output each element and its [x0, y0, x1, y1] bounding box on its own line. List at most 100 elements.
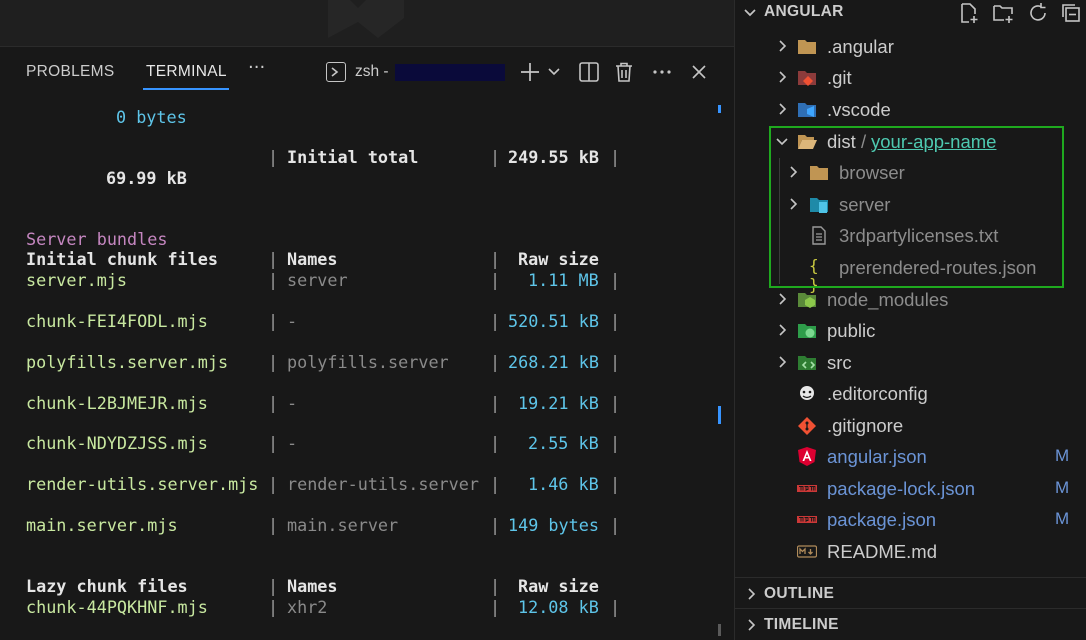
initial-total-label: Initial total — [287, 147, 419, 167]
initial-total-value: 249.55 kB — [508, 147, 599, 167]
tree-item-git[interactable]: .git — [735, 62, 1086, 93]
chunk-size: 19.21 kB — [518, 393, 599, 413]
tree-item-label: .vscode — [827, 99, 891, 120]
bytes-line: 0 bytes — [116, 107, 187, 127]
tree-item-label: server — [839, 194, 891, 215]
trash-icon[interactable] — [612, 60, 636, 84]
tree-item-src[interactable]: src — [735, 347, 1086, 378]
chunk-file: chunk-FEI4FODL.mjs — [26, 311, 208, 331]
tree-item-readme[interactable]: README.md — [735, 536, 1086, 567]
tree-item-browser[interactable]: browser — [735, 157, 1086, 188]
chunk-name: render-utils.server — [287, 474, 479, 494]
angular-icon — [798, 447, 816, 466]
tree-item-dist[interactable]: dist / your-app-name — [735, 126, 1086, 157]
chevron-down-icon[interactable] — [545, 62, 563, 80]
tree-item-label: package-lock.json — [827, 478, 976, 499]
vscode-folder-icon — [798, 103, 816, 117]
scrollbar-thumb[interactable] — [718, 624, 721, 636]
git-folder-icon — [798, 71, 816, 86]
terminal-output[interactable]: 0 bytes | Initial total | 249.55 kB | 69… — [0, 97, 734, 640]
chunk-size: 149 bytes — [508, 515, 599, 535]
more-actions-icon[interactable] — [650, 60, 674, 84]
close-icon[interactable] — [687, 60, 711, 84]
tree-item-package-json[interactable]: package.json M — [735, 504, 1086, 535]
node-folder-icon — [798, 293, 816, 308]
section-timeline[interactable]: TIMELINE — [735, 608, 1086, 640]
tree-item-package-lock[interactable]: package-lock.json M — [735, 473, 1086, 504]
collapse-all-icon[interactable] — [1059, 1, 1083, 25]
chunk-file: polyfills.server.mjs — [26, 352, 229, 372]
split-terminal-icon[interactable] — [577, 60, 601, 84]
chevron-right-icon — [790, 166, 798, 178]
server-bundles-heading: Server bundles — [26, 229, 168, 249]
wrapped-total-value: 69.99 kB — [106, 168, 187, 188]
chunk-size: 1.11 MB — [528, 270, 599, 290]
chevron-right-icon — [779, 293, 787, 305]
folder-icon — [798, 40, 816, 54]
redacted-text — [394, 63, 505, 81]
modified-badge: M — [1055, 509, 1070, 528]
chunk-size: 268.21 kB — [508, 352, 599, 372]
chevron-right-icon — [779, 324, 787, 336]
scrollbar-marker[interactable] — [718, 406, 721, 424]
tree-item-label: README.md — [827, 541, 937, 562]
tree-item-label: angular.json — [827, 446, 927, 467]
modified-badge: M — [1055, 446, 1070, 465]
initial-header-names: Names — [287, 249, 338, 269]
npm-icon — [797, 516, 817, 523]
tree-item-label: .git — [827, 67, 852, 88]
terminal-selector[interactable]: zsh - — [326, 60, 505, 84]
chunk-file: chunk-NDYDZJSS.mjs — [26, 433, 208, 453]
tree-item-label: public — [827, 320, 876, 341]
explorer-header[interactable]: ANGULAR — [735, 0, 1086, 24]
tree-item-server[interactable]: server — [735, 189, 1086, 220]
chunk-size: 2.55 kB — [528, 433, 599, 453]
tree-item-path-child[interactable]: your-app-name — [871, 131, 996, 153]
tree-item-public[interactable]: public — [735, 315, 1086, 346]
new-file-icon[interactable] — [957, 1, 981, 25]
lazy-header-size: Raw size — [518, 576, 599, 596]
tree-item-node-modules[interactable]: node_modules — [735, 284, 1086, 315]
public-folder-icon — [798, 324, 816, 338]
tree-item-angular-json[interactable]: angular.json M — [735, 441, 1086, 472]
tree-item-licenses[interactable]: 3rdpartylicenses.txt — [735, 220, 1086, 251]
tab-terminal[interactable]: TERMINAL — [146, 63, 227, 81]
chunk-file: chunk-L2BJMEJR.mjs — [26, 393, 208, 413]
initial-header-size: Raw size — [518, 249, 599, 269]
chevron-right-icon — [748, 588, 756, 600]
scrollbar-marker[interactable] — [718, 105, 721, 113]
chevron-down-icon[interactable] — [741, 3, 759, 21]
tree-item-prerendered-routes[interactable]: { } prerendered-routes.json — [735, 252, 1086, 294]
more-tabs-icon[interactable]: ··· — [248, 57, 265, 78]
chunk-file: main.server.mjs — [26, 515, 178, 535]
new-terminal-icon[interactable] — [518, 60, 542, 84]
tree-item-label: .angular — [827, 36, 894, 57]
chunk-name: - — [287, 433, 298, 453]
path-separator: / — [861, 131, 867, 152]
tree-item-angular[interactable]: .angular — [735, 31, 1086, 62]
explorer-title: ANGULAR — [764, 3, 844, 20]
open-folder-icon — [798, 135, 817, 149]
tab-problems[interactable]: PROBLEMS — [26, 63, 115, 81]
tree-item-label: .editorconfig — [827, 383, 928, 404]
panel-header: PROBLEMS TERMINAL ··· zsh - — [0, 47, 734, 97]
tree-item-label: prerendered-routes.json — [839, 257, 1037, 278]
chunk-file: render-utils.server.mjs — [26, 474, 259, 494]
tree-item-gitignore[interactable]: .gitignore — [735, 410, 1086, 441]
section-label: TIMELINE — [764, 616, 839, 633]
folder-icon — [810, 166, 828, 180]
chunk-name: - — [287, 311, 298, 331]
chevron-right-icon — [779, 356, 787, 368]
tree-item-label: src — [827, 352, 852, 373]
chunk-name: main.server — [287, 515, 399, 535]
chunk-size: 1.46 kB — [528, 474, 599, 494]
section-outline[interactable]: OUTLINE — [735, 577, 1086, 609]
chunk-size: 520.51 kB — [508, 311, 599, 331]
refresh-icon[interactable] — [1026, 1, 1050, 25]
editor-area — [0, 0, 734, 46]
chunk-size: 12.08 kB — [518, 597, 599, 617]
editorconfig-icon — [800, 386, 814, 400]
new-folder-icon[interactable] — [991, 1, 1015, 25]
tree-item-editorconfig[interactable]: .editorconfig — [735, 378, 1086, 409]
tree-item-vscode[interactable]: .vscode — [735, 94, 1086, 125]
